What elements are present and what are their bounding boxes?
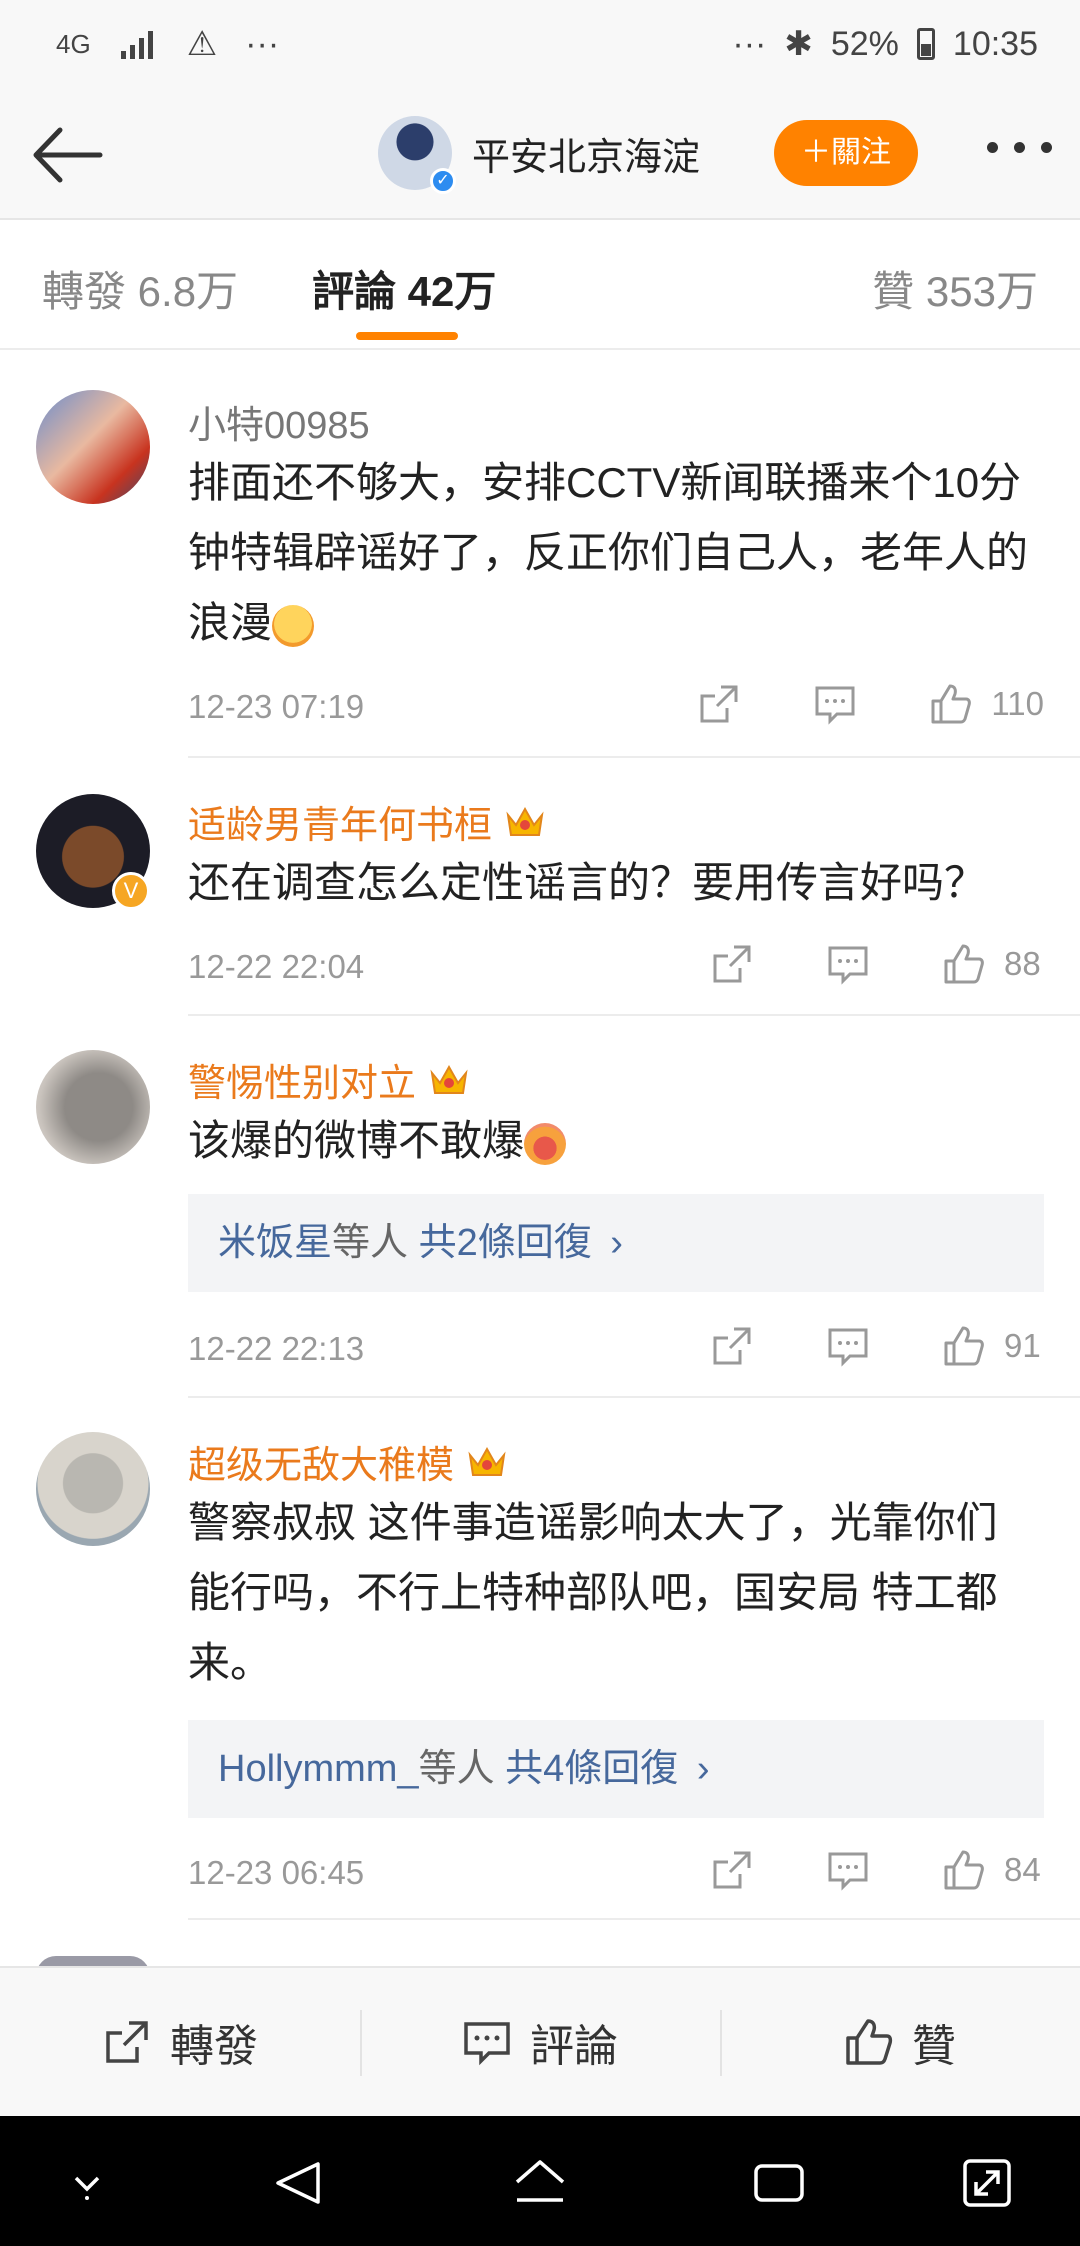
comment-button[interactable]: 評論 bbox=[360, 1968, 720, 2116]
nav-recents-icon[interactable] bbox=[752, 2156, 806, 2210]
share-icon[interactable] bbox=[710, 1324, 754, 1368]
like-count: 84 bbox=[1004, 1851, 1041, 1888]
like-icon[interactable] bbox=[942, 1324, 986, 1368]
tab-reposts[interactable]: 轉發 6.8万 bbox=[42, 258, 238, 319]
user-avatar[interactable] bbox=[36, 1050, 150, 1164]
crown-icon bbox=[506, 806, 544, 836]
account-name[interactable]: 平安北京海淀 bbox=[472, 126, 700, 181]
comment-actions: 84 bbox=[638, 1848, 1044, 1892]
comment-username[interactable]: 小特00985 bbox=[188, 394, 370, 449]
crown-icon bbox=[430, 1064, 468, 1094]
alert-icon: ⚠ bbox=[186, 25, 218, 63]
comment-username[interactable]: 超级无敌大稚模 bbox=[188, 1434, 508, 1489]
more-menu-icon[interactable] bbox=[987, 142, 1052, 153]
comment-icon bbox=[464, 2022, 510, 2066]
clock: 10:35 bbox=[952, 24, 1038, 63]
comment-icon[interactable] bbox=[826, 1848, 870, 1892]
nav-collapse-icon[interactable] bbox=[60, 2156, 114, 2210]
comment-item: 小特00985 排面还不够大，安排CCTV新闻联播来个10分钟特辑辟谣好了，反正… bbox=[0, 352, 1080, 758]
like-icon[interactable] bbox=[942, 942, 986, 986]
overflow-dots: ··· bbox=[245, 24, 280, 63]
active-tab-indicator bbox=[356, 332, 458, 340]
user-avatar[interactable] bbox=[36, 1432, 150, 1546]
comment-actions: 110 bbox=[625, 682, 1044, 726]
like-icon[interactable] bbox=[942, 1848, 986, 1892]
comment-icon[interactable] bbox=[826, 1324, 870, 1368]
system-nav-bar bbox=[0, 2116, 1080, 2246]
emoji-icon bbox=[272, 604, 315, 647]
repost-button[interactable]: 轉發 bbox=[0, 1968, 360, 2116]
like-count: 110 bbox=[991, 685, 1044, 722]
replies-preview[interactable]: 米饭星等人 共2條回復 › bbox=[188, 1194, 1044, 1292]
back-arrow-icon[interactable] bbox=[28, 122, 104, 188]
overflow-dots-right: ··· bbox=[732, 24, 767, 63]
signal-icon bbox=[120, 31, 153, 59]
comment-item: 警惕性别对立 该爆的微博不敢爆 米饭星等人 共2條回復 › 12-22 22:1… bbox=[0, 1016, 1080, 1398]
status-bar: 4G ⚠ ··· ··· ✱ 52% 10:35 bbox=[0, 0, 1080, 92]
comment-icon[interactable] bbox=[826, 942, 870, 986]
chevron-right-icon: › bbox=[610, 1222, 623, 1264]
battery-icon bbox=[916, 28, 935, 60]
comment-icon[interactable] bbox=[813, 682, 857, 726]
divider bbox=[188, 1918, 1080, 1920]
comment-username[interactable]: 警惕性别对立 bbox=[188, 1052, 470, 1107]
comment-item: 超级无敌大稚模 警察叔叔 这件事造谣影响太大了，光靠你们能行吗，不行上特种部队吧… bbox=[0, 1398, 1080, 1920]
comment-time: 12-23 07:19 bbox=[188, 688, 365, 725]
crown-icon bbox=[468, 1446, 506, 1476]
comment-text: 警察叔叔 这件事造谣影响太大了，光靠你们能行吗，不行上特种部队吧，国安局 特工都… bbox=[188, 1499, 998, 1686]
battery-percent: 52% bbox=[830, 24, 899, 63]
share-icon[interactable] bbox=[710, 1848, 754, 1892]
comment-time: 12-22 22:04 bbox=[188, 948, 365, 985]
user-avatar[interactable] bbox=[36, 390, 150, 504]
comment-text: 该爆的微博不敢爆 bbox=[188, 1106, 1048, 1176]
nav-home-icon[interactable] bbox=[513, 2156, 567, 2210]
like-icon bbox=[846, 2019, 893, 2065]
comment-time: 12-22 22:13 bbox=[188, 1330, 365, 1367]
replies-preview[interactable]: Hollymmm_等人 共4條回復 › bbox=[188, 1720, 1044, 1818]
nav-back-icon[interactable] bbox=[272, 2156, 326, 2210]
like-button[interactable]: 贊 bbox=[720, 1968, 1080, 2116]
comment-actions: 88 bbox=[638, 942, 1044, 986]
follow-button[interactable]: ＋關注 bbox=[774, 120, 918, 186]
comment-text: 还在调查怎么定性谣言的？要用传言好吗？ bbox=[188, 859, 987, 906]
chevron-right-icon: › bbox=[696, 1748, 710, 1790]
nav-expand-icon[interactable] bbox=[960, 2156, 1014, 2210]
verified-badge-icon: V bbox=[112, 872, 150, 910]
bluetooth-icon: ✱ bbox=[784, 25, 813, 63]
top-bar: ✓ 平安北京海淀 ＋關注 bbox=[0, 92, 1080, 220]
tab-comments[interactable]: 評論 42万 bbox=[312, 258, 496, 319]
bottom-action-bar: 轉發 評論 贊 bbox=[0, 1966, 1080, 2116]
comment-actions: 91 bbox=[638, 1324, 1044, 1368]
share-icon[interactable] bbox=[710, 942, 754, 986]
share-icon[interactable] bbox=[697, 682, 741, 726]
share-icon bbox=[106, 2021, 148, 2063]
like-icon[interactable] bbox=[929, 682, 973, 726]
comment-time: 12-23 06:45 bbox=[188, 1854, 365, 1891]
comment-item: V 适龄男青年何书桓 还在调查怎么定性谣言的？要用传言好吗？ 12-22 22:… bbox=[0, 758, 1080, 1016]
like-count: 88 bbox=[1004, 945, 1041, 982]
like-count: 91 bbox=[1004, 1327, 1041, 1364]
tab-likes[interactable]: 贊 353万 bbox=[872, 258, 1038, 319]
emoji-icon bbox=[524, 1122, 567, 1165]
tab-bar: 轉發 6.8万 評論 42万 贊 353万 bbox=[0, 220, 1080, 350]
verified-icon: ✓ bbox=[430, 168, 456, 194]
network-indicator: 4G bbox=[56, 28, 91, 59]
account-avatar[interactable]: ✓ bbox=[378, 116, 456, 194]
comment-username[interactable]: 适龄男青年何书桓 bbox=[188, 794, 546, 849]
comment-text: 排面还不够大，安排CCTV新闻联播来个10分钟特辑辟谣好了，反正你们自己人，老年… bbox=[188, 459, 1029, 647]
account-header[interactable]: ✓ 平安北京海淀 bbox=[378, 116, 700, 194]
